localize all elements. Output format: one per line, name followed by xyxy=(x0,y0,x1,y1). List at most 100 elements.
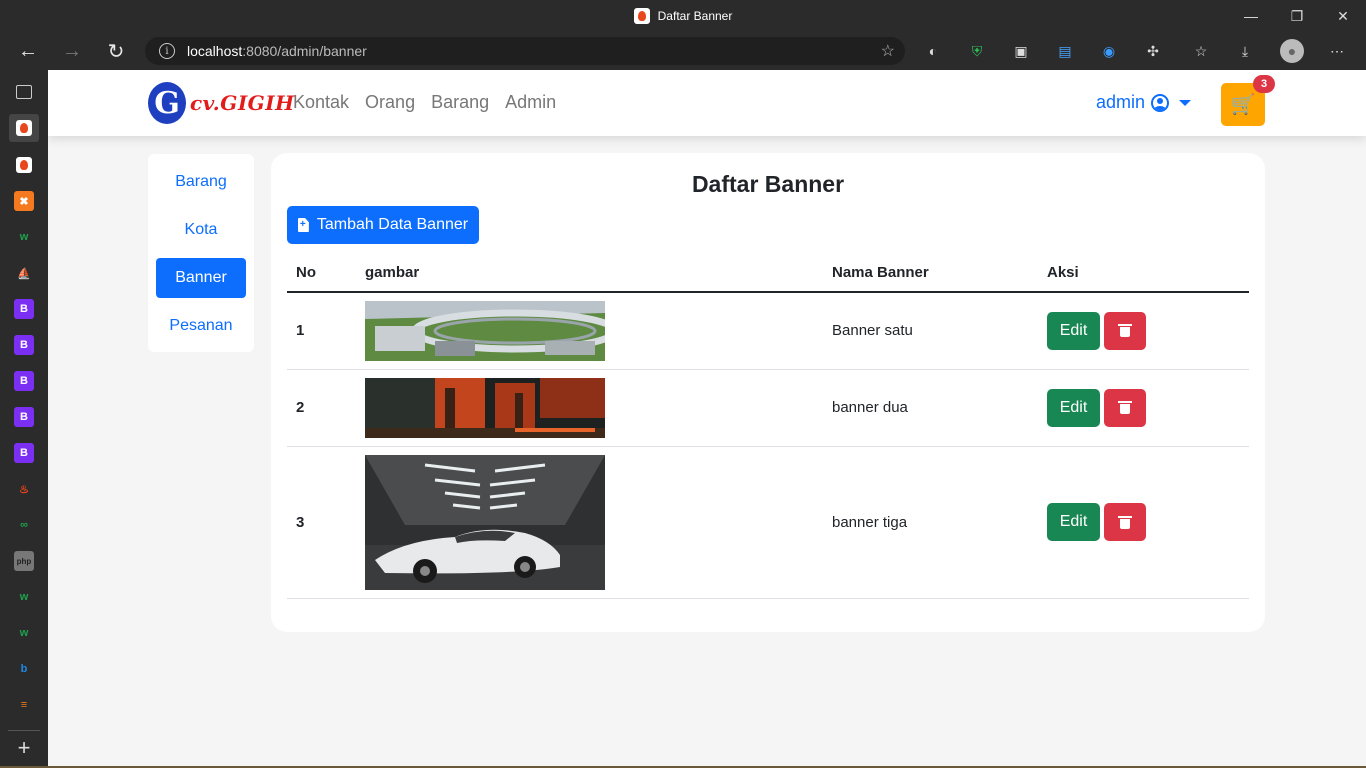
tab-divider xyxy=(8,730,40,731)
favorites-icon[interactable]: ☆ xyxy=(1190,40,1212,62)
sailboat-icon: ⛵ xyxy=(17,267,31,280)
row-number: 2 xyxy=(287,369,356,447)
reload-button[interactable]: ↻ xyxy=(100,36,132,66)
close-window-button[interactable]: ✕ xyxy=(1320,0,1366,32)
tab-w-3[interactable]: w xyxy=(14,623,34,643)
row-banner-name: Banner satu xyxy=(823,292,1038,370)
tab-w-1[interactable]: w xyxy=(14,227,34,247)
tab-php[interactable]: php xyxy=(14,551,34,571)
url-path: :8080/admin/banner xyxy=(242,43,367,59)
address-bar[interactable]: i localhost :8080/admin/banner ☆ xyxy=(145,37,905,65)
tab-bootstrap-5[interactable]: B xyxy=(14,443,34,463)
tab-infinity[interactable]: ∞ xyxy=(14,515,34,535)
column-header-nama-banner: Nama Banner xyxy=(823,253,1038,293)
white-sports-car-banner-image xyxy=(365,454,605,590)
row-image-cell xyxy=(356,446,823,599)
restore-button[interactable]: ❐ xyxy=(1274,0,1320,32)
site-info-icon[interactable]: i xyxy=(159,43,175,59)
delete-button[interactable] xyxy=(1104,311,1146,350)
nav-link-admin[interactable]: Admin xyxy=(505,92,556,113)
orange-industrial-night-banner-image xyxy=(365,377,605,438)
table-row: 2 banner dua Edit xyxy=(287,369,1249,447)
flame-favicon-icon xyxy=(633,8,650,24)
forward-button[interactable]: → xyxy=(56,36,88,66)
row-actions: Edit xyxy=(1038,446,1249,599)
new-tab-button[interactable]: + xyxy=(14,735,34,760)
table-row: 3 banner tiga Edit xyxy=(287,446,1249,599)
more-menu-button[interactable]: ⋯ xyxy=(1326,40,1348,62)
window-title-text: Daftar Banner xyxy=(657,9,733,23)
php-icon: php xyxy=(16,556,32,566)
side-menu-item-banner[interactable]: Banner xyxy=(156,258,246,298)
nav-link-barang[interactable]: Barang xyxy=(431,92,489,113)
row-image-cell xyxy=(356,369,823,447)
edit-button[interactable]: Edit xyxy=(1047,311,1100,350)
nav-link-orang[interactable]: Orang xyxy=(365,92,415,113)
shield-extension-icon[interactable]: ⛨ xyxy=(966,40,988,62)
add-banner-button[interactable]: Tambah Data Banner xyxy=(287,206,479,244)
stack-icon: ≡ xyxy=(20,699,28,711)
side-menu-item-barang[interactable]: Barang xyxy=(156,162,246,202)
tab-stack[interactable]: ≡ xyxy=(14,695,34,715)
extensions-puzzle-icon[interactable]: ✣ xyxy=(1142,40,1164,62)
favorite-star-icon[interactable]: ☆ xyxy=(881,41,895,61)
delete-button[interactable] xyxy=(1104,388,1146,427)
url-host: localhost xyxy=(187,43,243,59)
edit-button[interactable]: Edit xyxy=(1047,388,1100,427)
table-row: 1 Banner satu Edit xyxy=(287,292,1249,370)
cart-count-badge: 3 xyxy=(1253,75,1275,93)
add-banner-label: Tambah Data Banner xyxy=(316,216,469,233)
tab-bing[interactable]: b xyxy=(14,659,34,679)
bootstrap-icon: B xyxy=(20,339,28,351)
bootstrap-icon: B xyxy=(20,303,28,315)
bootstrap-icon: B xyxy=(20,411,28,423)
admin-side-menu: Barang Kota Banner Pesanan xyxy=(148,154,254,352)
side-menu-item-kota[interactable]: Kota xyxy=(156,210,246,250)
profile-avatar-icon[interactable]: ● xyxy=(1280,39,1304,63)
file-plus-icon xyxy=(297,218,309,232)
browser-toolbar: ← → ↻ i localhost :8080/admin/banner ☆ ◐… xyxy=(0,32,1366,70)
plus-icon: + xyxy=(17,735,31,760)
edit-button[interactable]: Edit xyxy=(1047,503,1100,541)
window-title: Daftar Banner xyxy=(0,0,1366,32)
table-header-row: No gambar Nama Banner Aksi xyxy=(287,253,1249,293)
tab-w-2[interactable]: w xyxy=(14,587,34,607)
brand-logo-text: cv.GIGIH xyxy=(190,91,295,115)
glasses-extension-icon[interactable]: ▣ xyxy=(1010,40,1032,62)
tab-codeigniter[interactable]: ♨ xyxy=(14,479,34,499)
delete-button[interactable] xyxy=(1104,503,1146,541)
user-dropdown[interactable]: admin xyxy=(1096,92,1192,113)
downloads-icon[interactable]: ⤓ xyxy=(1234,40,1256,62)
tab-bootstrap-4[interactable]: B xyxy=(14,407,34,427)
tab-xampp[interactable]: ✖ xyxy=(14,191,34,211)
tab-daftar-banner[interactable] xyxy=(9,114,39,142)
tab-pma[interactable]: ⛵ xyxy=(14,263,34,283)
page-viewport: G cv.GIGIH Kontak Orang Barang Admin adm… xyxy=(48,70,1366,768)
banner-table: No gambar Nama Banner Aksi 1 Banner satu… xyxy=(287,253,1249,599)
flame-tab-icon xyxy=(16,157,32,173)
side-menu-item-pesanan[interactable]: Pesanan xyxy=(156,306,246,346)
infinity-icon: ∞ xyxy=(20,519,28,531)
mouse-extension-icon[interactable]: ◐ xyxy=(922,40,944,62)
row-image-cell xyxy=(356,292,823,370)
brand-logo[interactable]: G cv.GIGIH xyxy=(148,82,295,124)
w-logo-icon: w xyxy=(19,627,29,639)
trash-icon xyxy=(1118,515,1132,529)
minimize-button[interactable]: — xyxy=(1228,0,1274,32)
row-banner-name: banner dua xyxy=(823,369,1038,447)
tab-bootstrap-3[interactable]: B xyxy=(14,371,34,391)
back-button[interactable]: ← xyxy=(12,36,44,66)
tab-flame-2[interactable] xyxy=(14,155,34,175)
column-header-aksi: Aksi xyxy=(1038,253,1249,293)
bootstrap-icon: B xyxy=(20,447,28,459)
tab-actions-icon[interactable] xyxy=(16,85,32,99)
tab-bootstrap-1[interactable]: B xyxy=(14,299,34,319)
tab-bootstrap-2[interactable]: B xyxy=(14,335,34,355)
sync-extension-icon[interactable]: ◉ xyxy=(1098,40,1120,62)
bing-icon: b xyxy=(20,663,28,675)
brand-logo-letter: G xyxy=(148,82,186,124)
column-header-no: No xyxy=(287,253,356,293)
nav-link-kontak[interactable]: Kontak xyxy=(293,92,349,113)
row-actions: Edit xyxy=(1038,292,1249,370)
translate-extension-icon[interactable]: ▤ xyxy=(1054,40,1076,62)
